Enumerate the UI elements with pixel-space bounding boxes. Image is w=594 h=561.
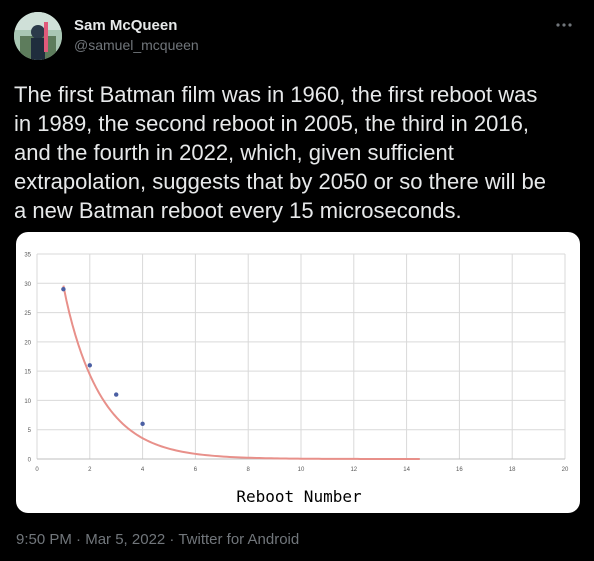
user-handle[interactable]: @samuel_mcqueen — [74, 35, 199, 55]
tweet: Sam McQueen @samuel_mcqueen The first Ba… — [0, 0, 594, 561]
timestamp-date[interactable]: Mar 5, 2022 — [85, 531, 165, 548]
x-tick-label: 14 — [403, 467, 410, 473]
chart-grid — [36, 253, 566, 460]
chart: 0 5 10 15 20 25 30 35 0 2 4 6 8 10 12 14 16 18 20 Reboot N… — [24, 253, 569, 507]
data-point — [140, 421, 145, 427]
avatar[interactable] — [14, 12, 62, 60]
y-tick-label: 30 — [24, 282, 31, 288]
y-tick-label: 15 — [24, 370, 31, 376]
x-tick-label: 10 — [298, 467, 305, 473]
x-tick-label: 18 — [509, 467, 516, 473]
tweet-footer: 9:50 PM · Mar 5, 2022 · Twitter for Andr… — [16, 530, 299, 550]
x-tick-label: 6 — [194, 467, 198, 473]
y-tick-label: 5 — [28, 428, 32, 434]
trendline — [62, 285, 420, 460]
chart-points — [61, 286, 145, 427]
x-tick-label: 12 — [350, 467, 357, 473]
chart-tick-labels: 0 5 10 15 20 25 30 35 0 2 4 6 8 10 12 14 16 18 20 — [24, 253, 569, 474]
separator: · — [165, 531, 179, 548]
more-horizontal-icon — [556, 23, 572, 27]
data-point — [87, 363, 93, 368]
x-tick-label: 20 — [562, 467, 569, 473]
y-tick-label: 0 — [28, 458, 32, 464]
x-tick-label: 2 — [88, 467, 92, 473]
timestamp-time[interactable]: 9:50 PM — [16, 531, 72, 548]
chart-trendline — [62, 285, 420, 460]
tweet-source[interactable]: Twitter for Android — [178, 531, 299, 548]
more-options-button[interactable] — [550, 14, 578, 36]
data-point — [114, 392, 119, 397]
x-tick-label: 16 — [456, 467, 463, 473]
x-tick-label: 4 — [141, 467, 145, 473]
display-name[interactable]: Sam McQueen — [74, 16, 199, 35]
tweet-text: The first Batman film was in 1960, the f… — [14, 82, 546, 223]
separator: · — [71, 531, 86, 548]
y-tick-label: 35 — [24, 253, 31, 259]
y-tick-label: 10 — [24, 399, 31, 405]
tweet-header: Sam McQueen @samuel_mcqueen — [14, 12, 580, 64]
data-point — [61, 286, 66, 292]
chart-image[interactable]: 0 5 10 15 20 25 30 35 0 2 4 6 8 10 12 14 16 18 20 Reboot N… — [16, 232, 580, 513]
y-tick-label: 20 — [24, 340, 31, 346]
x-tick-label: 0 — [35, 467, 39, 473]
x-tick-label: 8 — [247, 467, 251, 473]
x-axis-label: Reboot Number — [236, 487, 362, 506]
y-tick-label: 25 — [24, 311, 31, 317]
